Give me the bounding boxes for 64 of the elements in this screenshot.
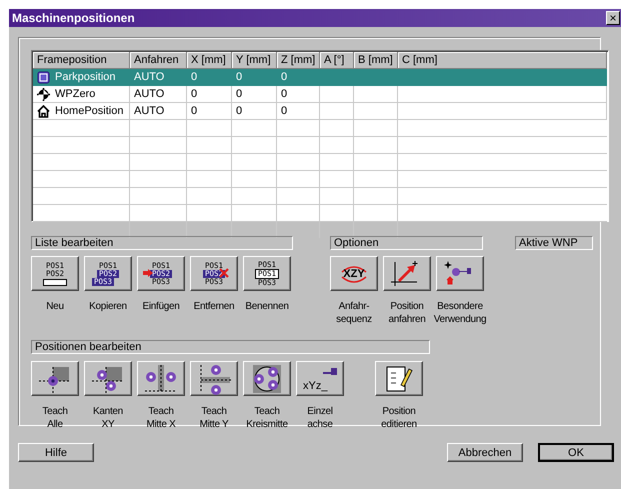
button-label: Teach Mitte X: [146, 405, 176, 431]
section-title: Positionen bearbeiten: [31, 340, 430, 354]
tool-button[interactable]: xYz_: [296, 361, 344, 396]
column-header[interactable]: Y [mm]: [232, 52, 277, 69]
tool-button[interactable]: [84, 361, 132, 396]
table-cell-text: 0: [191, 70, 198, 85]
button-label: Anfahr- sequenz: [336, 300, 372, 326]
button-label: Benennen: [245, 300, 289, 313]
ok-button[interactable]: OK: [538, 443, 614, 462]
table-row[interactable]: HomePosition AUTO 0 0 0: [33, 103, 607, 120]
parking-icon: [37, 70, 50, 84]
button-label: Einfügen: [142, 300, 180, 313]
table-cell-text: 0: [236, 104, 242, 119]
section-title: Liste bearbeiten: [31, 236, 293, 250]
tool-button[interactable]: [243, 361, 291, 396]
table-cell-text: 0: [191, 104, 198, 119]
button-label: Einzel achse: [307, 405, 333, 431]
column-header[interactable]: A [°]: [320, 52, 354, 69]
table-cell-text: Parkposition: [55, 70, 116, 85]
close-button[interactable]: ×: [606, 11, 620, 25]
table-cell-text: AUTO: [134, 87, 164, 102]
table-cell-text: 0: [191, 87, 198, 102]
button-label: Teach Mitte Y: [200, 405, 228, 431]
section-title: Aktive WNP: [515, 236, 593, 250]
column-header[interactable]: C [mm]: [398, 52, 607, 69]
button-label: Kanten XY: [93, 405, 123, 431]
window-title: Maschinenpositionen: [11, 11, 135, 25]
table-cell-text: 0: [236, 87, 242, 102]
table-row[interactable]: Parkposition AUTO 0 0 0: [33, 69, 607, 86]
table-row[interactable]: WPZero AUTO 0 0 0: [33, 86, 607, 103]
table-cell-text: 0: [281, 104, 288, 119]
tool-button[interactable]: [137, 361, 185, 396]
table-cell-text: HomePosition: [55, 104, 124, 119]
button-label: Position anfahren: [388, 300, 426, 326]
help-button[interactable]: Hilfe: [18, 443, 94, 462]
table-cell-text: AUTO: [134, 70, 164, 85]
button-label: Teach Kreismitte: [246, 405, 288, 431]
table-cell-text: WPZero: [55, 87, 96, 102]
tool-button[interactable]: [375, 361, 423, 396]
tool-button[interactable]: [31, 361, 79, 396]
button-label: Position editieren: [381, 405, 417, 431]
section-title: Optionen: [330, 236, 483, 250]
house-icon: [37, 104, 50, 118]
cancel-button[interactable]: Abbrechen: [447, 443, 523, 462]
crosshair-icon: [37, 88, 50, 100]
table-cell-text: 0: [236, 70, 242, 85]
button-label: Entfernen: [194, 300, 234, 313]
column-header[interactable]: B [mm]: [354, 52, 398, 69]
tool-button[interactable]: [436, 256, 484, 291]
tool-button[interactable]: XZY: [330, 256, 378, 291]
tool-button[interactable]: [190, 361, 238, 396]
column-header[interactable]: Anfahren: [130, 52, 187, 69]
tool-button[interactable]: [383, 256, 431, 291]
button-label: Besondere Verwendung: [434, 300, 486, 326]
table-cell-text: AUTO: [134, 104, 164, 119]
column-header[interactable]: X [mm]: [187, 52, 232, 69]
button-label: Neu: [46, 300, 64, 313]
column-header[interactable]: Z [mm]: [277, 52, 320, 69]
button-label: Teach Alle: [42, 405, 68, 431]
button-label: Kopieren: [89, 300, 127, 313]
table-cell-text: 0: [281, 70, 288, 85]
center-x-icon: [143, 362, 179, 394]
table-cell-text: 0: [281, 87, 288, 102]
column-header[interactable]: Frameposition: [33, 52, 130, 69]
